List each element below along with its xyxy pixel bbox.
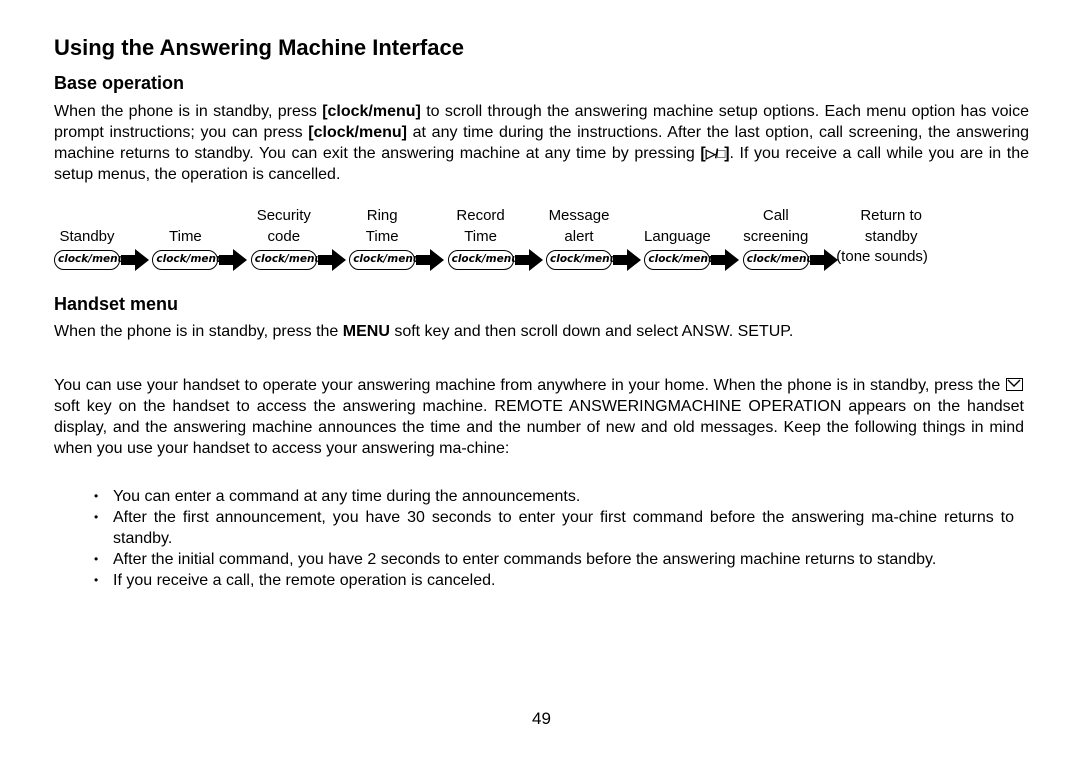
bullet-icon: •: [94, 573, 99, 587]
flow-step: Language: [627, 205, 727, 247]
flow-step-label-line2: Standby: [59, 228, 115, 245]
flow-step-label-line1: Ring: [366, 207, 398, 224]
text-segment: You can use your handset to operate your…: [54, 377, 1005, 394]
clock-menu-key[interactable]: clock/menu: [546, 250, 617, 270]
right-arrow-icon: [809, 249, 838, 271]
play-stop-key-reference: [▷/□]: [700, 145, 729, 162]
section-heading-base-operation: Base operation: [54, 73, 185, 93]
text-segment: soft key on the handset to access the an…: [54, 398, 1024, 457]
flow-step: Security code: [234, 205, 334, 247]
flow-step-label: Record Time: [431, 205, 531, 247]
remote-operation-paragraph: You can use your handset to operate your…: [54, 375, 1024, 459]
flow-step-label-line1: Record: [456, 207, 505, 224]
envelope-icon: [1006, 378, 1023, 391]
bullet-icon: •: [94, 489, 99, 503]
flow-final-step: Return to standby: [829, 205, 953, 247]
flow-step-label: Ring Time: [332, 205, 432, 247]
list-item-text: You can enter a command at any time duri…: [113, 488, 581, 505]
flow-step: Time: [135, 205, 235, 247]
right-arrow-icon: [514, 249, 543, 271]
flow-final-label-line1: Return to: [860, 207, 923, 224]
flow-step-label: Standby: [37, 205, 137, 247]
text-segment: When the phone is in standby, press: [54, 103, 323, 120]
flow-step-label-line1: Security: [256, 207, 311, 224]
play-stop-icon: ▷/□: [705, 146, 725, 161]
flow-step-label-line2: code: [267, 228, 301, 245]
tone-sounds-note: (tone sounds): [836, 248, 928, 265]
flow-step-label: Message alert: [529, 205, 629, 247]
right-arrow-icon: [219, 249, 248, 271]
list-item: • After the first announcement, you have …: [54, 507, 1014, 549]
bullet-icon: •: [94, 552, 99, 566]
bullet-icon: •: [94, 510, 99, 524]
list-item: • If you receive a call, the remote opera…: [54, 570, 1014, 591]
list-item: • After the initial command, you have 2 s…: [54, 549, 1014, 570]
list-item-text: After the initial command, you have 2 se…: [113, 551, 937, 568]
page-title: Using the Answering Machine Interface: [54, 35, 464, 60]
flow-step-label-line2: alert: [564, 228, 594, 245]
flow-step-label: Language: [627, 205, 727, 247]
clock-menu-key-reference: [clock/menu]: [322, 103, 421, 120]
base-operation-paragraph: When the phone is in standby, press [clo…: [54, 101, 1029, 185]
section-heading-handset-menu: Handset menu: [54, 294, 179, 314]
flow-step: Ring Time: [332, 205, 432, 247]
clock-menu-key[interactable]: clock/menu: [447, 250, 519, 270]
flow-step-label: Time: [135, 205, 235, 247]
flow-step-label-line2: Language: [644, 228, 711, 245]
flow-step: Record Time: [431, 205, 531, 247]
bullet-list: • You can enter a command at any time dur…: [54, 486, 1014, 591]
right-arrow-icon: [711, 249, 740, 271]
flow-step-label: Call screening: [726, 205, 826, 247]
flow-final-label-line2: standby: [864, 228, 918, 245]
flow-step-label: Security code: [234, 205, 334, 247]
flow-step: Message alert: [529, 205, 629, 247]
clock-menu-key[interactable]: clock/menu: [250, 250, 322, 270]
flow-step-label-line2: screening: [743, 228, 809, 245]
clock-menu-key[interactable]: clock/menu: [152, 250, 223, 270]
flow-step-label: Return to standby: [829, 205, 953, 247]
page-number: 49: [532, 709, 551, 728]
flow-step: Standby: [37, 205, 137, 247]
right-arrow-icon: [613, 249, 641, 271]
flow-step-label-line2: Time: [365, 228, 399, 245]
right-arrow-icon: [121, 249, 149, 271]
right-arrow-icon: [416, 249, 445, 271]
flow-step-label-line2: Time: [464, 228, 497, 245]
clock-menu-key[interactable]: clock/menu: [54, 250, 125, 270]
flow-step: Call screening: [726, 205, 826, 247]
clock-menu-key[interactable]: clock/menu: [644, 250, 715, 270]
flow-step-label-line2: Time: [169, 228, 202, 245]
list-item: • You can enter a command at any time dur…: [54, 486, 1014, 507]
flow-step-label-line1: Call: [762, 207, 789, 224]
handset-menu-paragraph: When the phone is in standby, press the …: [54, 321, 1029, 342]
text-segment: soft key and then scroll down and select…: [389, 323, 794, 340]
menu-flow-diagram: Standby clock/menu Time clock/menu Security c…: [54, 205, 1029, 275]
flow-step-label-line1: Message: [548, 207, 610, 224]
clock-menu-key-reference: [clock/menu]: [308, 124, 407, 141]
clock-menu-key[interactable]: clock/menu: [742, 250, 814, 270]
right-arrow-icon: [317, 249, 346, 271]
list-item-text: If you receive a call, the remote operat…: [113, 572, 496, 589]
menu-key-reference: MENU: [342, 323, 390, 340]
text-segment: When the phone is in standby, press the: [54, 323, 343, 340]
clock-menu-key[interactable]: clock/menu: [349, 250, 420, 270]
list-item-text: After the first announcement, you have 3…: [113, 509, 1014, 547]
